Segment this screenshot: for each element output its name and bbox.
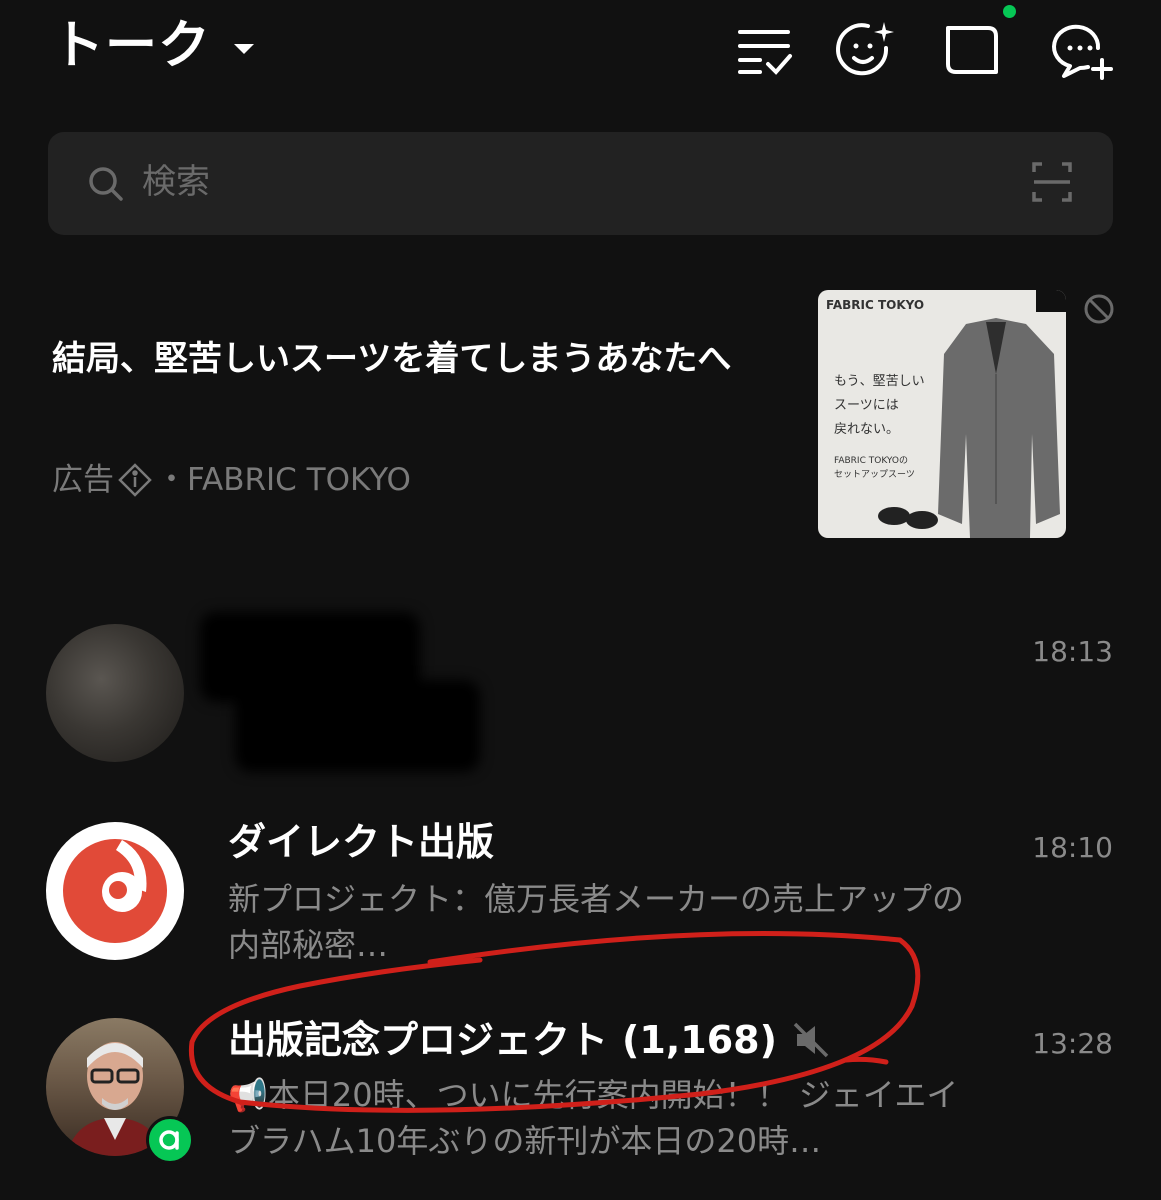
ad-separator: ・ (156, 462, 187, 498)
chat-time: 18:13 (1032, 635, 1113, 668)
ad-image-sub2: セットアップスーツ (834, 470, 915, 480)
chat-name[interactable]: ダイレクト出版 (228, 818, 494, 866)
page-title[interactable]: トーク (52, 14, 211, 78)
muted-icon (791, 1020, 831, 1060)
ad-image-sub1: FABRIC TOKYOの (834, 456, 908, 466)
filter-list-icon[interactable] (734, 18, 798, 82)
chat-preview: 新プロジェクト：億万長者メーカーの売上アップの内部秘密… (228, 880, 965, 964)
hide-ad-icon[interactable] (1082, 292, 1116, 330)
ad-image[interactable]: FABRIC TOKYO もう、堅苦しい スーツには 戻れない。 FABRIC … (818, 290, 1066, 538)
chat-time: 13:28 (1032, 1027, 1113, 1060)
chat-name[interactable]: 出版記念プロジェクト (228, 1016, 608, 1064)
square-icon[interactable] (940, 18, 1004, 82)
scan-icon[interactable] (1030, 160, 1074, 208)
ad-info-icon[interactable] (118, 463, 152, 497)
ad-jacket-illustration (938, 318, 1060, 538)
ad-image-line1: もう、堅苦しい (834, 374, 925, 389)
ad-meta: 広告 ・ FABRIC TOKYO (52, 460, 411, 500)
notification-dot (1003, 5, 1016, 18)
redacted-preview (235, 680, 480, 772)
member-count: (1,168) (622, 1018, 777, 1062)
chat-preview: 📢本日20時、ついに先行案内開始！！ ジェイエイブラハム10年ぶりの新刊が本日の… (228, 1076, 959, 1160)
search-icon (86, 164, 126, 208)
official-badge (146, 1116, 194, 1164)
ad-image-brand: FABRIC TOKYO (826, 298, 925, 312)
search-input[interactable]: 検索 (142, 158, 210, 206)
chat-avatar[interactable] (46, 624, 184, 762)
direct-publishing-logo (63, 839, 167, 943)
chat-time: 18:10 (1032, 831, 1113, 864)
ad-image-line2: スーツには (834, 398, 899, 413)
ad-label: 広告 (52, 462, 114, 498)
chat-avatar[interactable] (46, 822, 184, 960)
ad-shoes-illustration (878, 507, 938, 529)
ad-image-corner (1036, 290, 1066, 312)
new-chat-icon[interactable] (1050, 18, 1114, 82)
ad-title[interactable]: 結局、堅苦しいスーツを着てしまうあなたへ (52, 332, 782, 386)
chat-name-row[interactable]: 出版記念プロジェクト (1,168) (228, 1016, 831, 1064)
ad-advertiser[interactable]: FABRIC TOKYO (187, 460, 411, 500)
ad-image-line3: 戻れない。 (834, 422, 900, 437)
caret-down-icon[interactable] (232, 28, 256, 72)
face-sparkle-icon[interactable] (834, 18, 898, 82)
